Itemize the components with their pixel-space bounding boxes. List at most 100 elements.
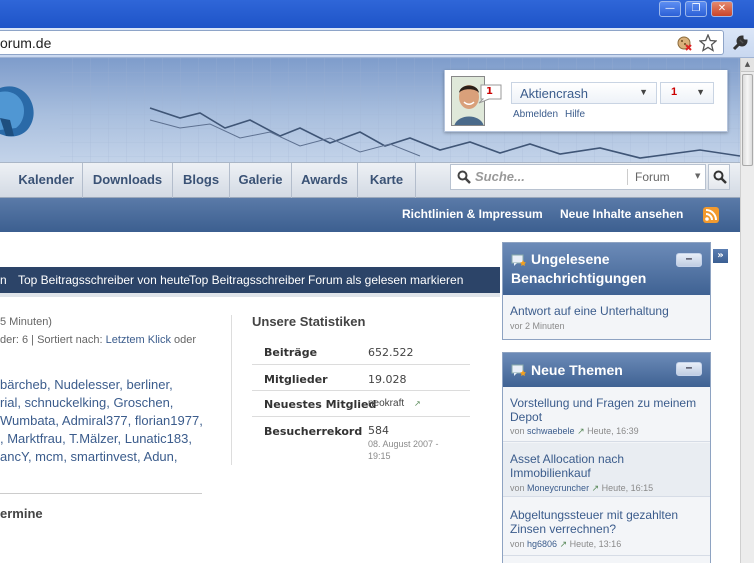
- external-link-icon: ↗: [559, 539, 568, 549]
- statistics-section: Unsere Statistiken Beiträge 652.522 Mitg…: [252, 314, 472, 464]
- stat-value: 584: [368, 424, 389, 437]
- scroll-up-arrow-icon[interactable]: ▲: [741, 58, 754, 72]
- list-item[interactable]: Vorstellung und Fragen zu meinem Depot v…: [503, 390, 710, 442]
- divider: [231, 315, 232, 465]
- chevron-down-icon: ▼: [639, 87, 648, 97]
- vertical-scrollbar[interactable]: ▲: [740, 58, 754, 563]
- new-threads-title: Neue Themen: [531, 362, 623, 378]
- search-button[interactable]: [708, 164, 730, 190]
- thread-by: von: [510, 539, 525, 549]
- nav-item-kalender[interactable]: Kalender: [0, 163, 83, 198]
- thread-time: Heute, 13:16: [569, 539, 622, 549]
- notification-bubble[interactable]: 1: [475, 84, 503, 104]
- thread-title-line1[interactable]: Abgeltungssteuer mit gezahlten: [510, 508, 678, 522]
- new-content-link[interactable]: Neue Inhalte ansehen: [560, 207, 683, 221]
- address-bar[interactable]: orum.de: [0, 30, 724, 55]
- thread-author-link[interactable]: Moneycruncher: [527, 483, 589, 493]
- sidebar-toggle-button[interactable]: »: [713, 249, 728, 263]
- online-users-line[interactable]: , Marktfrau, T.Mälzer, Lunatic183,: [0, 431, 192, 446]
- search-input[interactable]: Suche...: [475, 169, 625, 184]
- thread-meta: von schwaebele ↗ Heute, 16:39: [510, 426, 639, 437]
- list-item[interactable]: Asset Allocation nach Immobilienkauf von…: [503, 443, 710, 497]
- chevron-down-icon: ▼: [696, 87, 705, 97]
- scrollbar-thumb[interactable]: [742, 74, 753, 166]
- sub-navigation: Richtlinien & Impressum Neue Inhalte ans…: [0, 198, 740, 232]
- stat-label: Mitglieder: [264, 373, 328, 386]
- new-post-icon: [511, 254, 526, 266]
- help-link[interactable]: Hilfe: [565, 109, 585, 120]
- restore-button[interactable]: ❐: [685, 1, 707, 17]
- thread-author-link[interactable]: schwaebele: [527, 426, 575, 436]
- mark-forum-read-link[interactable]: Forum als gelesen markieren: [308, 273, 463, 287]
- notifications-header: Ungelesene Benachrichtigungen –: [503, 243, 710, 295]
- list-item[interactable]: Abgeltungssteuer mit gezahlten Zinsen ve…: [503, 498, 710, 556]
- online-sort-line: der: 6 | Sortiert nach: Letztem Klick od…: [0, 334, 196, 346]
- search-icon: [713, 170, 727, 184]
- divider: [0, 293, 500, 297]
- stat-row: Besucherrekord 584 08. August 2007 - 19:…: [252, 417, 470, 463]
- stat-row: Mitglieder 19.028: [252, 365, 470, 391]
- thread-title-line1[interactable]: Vorstellung und Fragen zu meinem: [510, 396, 696, 410]
- collapse-button[interactable]: –: [676, 361, 702, 376]
- online-users-line[interactable]: ancY, mcm, smartinvest, Adun,: [0, 449, 178, 464]
- thread-by: von: [510, 483, 525, 493]
- notifications-title-line1: Ungelesene: [531, 251, 610, 267]
- star-icon[interactable]: [699, 34, 717, 52]
- linkbar-item-partial[interactable]: n: [0, 273, 7, 287]
- online-sort-prefix: der: 6 | Sortiert nach:: [0, 334, 106, 346]
- search-box: Suche... Forum ▼: [450, 164, 706, 190]
- bear-logo-icon[interactable]: [0, 78, 40, 140]
- collapse-button[interactable]: –: [676, 252, 702, 267]
- thread-title-line2[interactable]: Immobilienkauf: [510, 466, 591, 480]
- stat-label: Besucherrekord: [264, 425, 363, 438]
- stat-value: 19.028: [368, 373, 407, 386]
- divider: [0, 493, 202, 494]
- nav-item-galerie[interactable]: Galerie: [230, 163, 292, 198]
- url-text[interactable]: orum.de: [0, 35, 51, 51]
- thread-time: Heute, 16:15: [601, 483, 654, 493]
- pm-count-dropdown[interactable]: 1 ▼: [660, 82, 714, 104]
- thread-title-line2[interactable]: Zinsen verrechnen?: [510, 522, 616, 536]
- online-users-section: 5 Minuten) der: 6 | Sortiert nach: Letzt…: [0, 316, 230, 496]
- search-scope-select[interactable]: Forum: [635, 170, 670, 184]
- notifications-title-line2: Benachrichtigungen: [511, 270, 647, 286]
- newest-member-link[interactable]: neokraft: [368, 398, 404, 409]
- events-heading: ermine: [0, 506, 43, 521]
- forum-actions-bar: n Top Beitragsschreiber von heute Top Be…: [0, 267, 500, 293]
- notification-count: 1: [486, 86, 493, 97]
- top-posters-today-link[interactable]: Top Beitragsschreiber von heute: [18, 273, 190, 287]
- rules-link[interactable]: Richtlinien & Impressum: [402, 207, 543, 221]
- notification-item-time: vor 2 Minuten: [510, 321, 565, 331]
- nav-item-blogs[interactable]: Blogs: [173, 163, 230, 198]
- browser-toolbar: orum.de: [0, 28, 754, 58]
- top-posters-link[interactable]: Top Beitragsschreiber: [189, 273, 305, 287]
- online-users-line[interactable]: Wumbata, Admiral377, florian1977,: [0, 413, 203, 428]
- cookie-blocked-icon[interactable]: [676, 35, 692, 51]
- divider: [627, 169, 628, 185]
- notification-item-link[interactable]: Antwort auf eine Unterhaltung: [510, 304, 669, 318]
- thread-author-link[interactable]: hg6806: [527, 539, 557, 549]
- logout-link[interactable]: Abmelden: [513, 109, 558, 120]
- nav-item-downloads[interactable]: Downloads: [83, 163, 173, 198]
- nav-item-karte[interactable]: Karte: [358, 163, 416, 198]
- minimize-button[interactable]: —: [659, 1, 681, 17]
- user-menu-dropdown[interactable]: Aktiencrash ▼: [511, 82, 657, 104]
- online-users-line[interactable]: bärcheb, Nudelesser, berliner,: [0, 377, 173, 392]
- nav-item-awards[interactable]: Awards: [292, 163, 358, 198]
- stat-label: Neuestes Mitglied: [264, 398, 377, 411]
- online-users-line[interactable]: rial, schnuckelking, Groschen,: [0, 395, 173, 410]
- thread-meta: von hg6806 ↗ Heute, 13:16: [510, 539, 621, 550]
- close-button[interactable]: ✕: [711, 1, 733, 17]
- window-titlebar: — ❐ ✕: [0, 0, 754, 28]
- thread-title-line2[interactable]: Depot: [510, 410, 542, 424]
- thread-title-line1[interactable]: Asset Allocation nach: [510, 452, 624, 466]
- rss-icon[interactable]: [703, 207, 719, 223]
- online-sort-suffix: oder: [171, 334, 197, 346]
- chevron-down-icon[interactable]: ▼: [695, 172, 700, 180]
- new-threads-panel: Neue Themen – Vorstellung und Fragen zu …: [502, 352, 711, 563]
- notifications-panel: Ungelesene Benachrichtigungen – Antwort …: [502, 242, 711, 340]
- sort-last-click-link[interactable]: Letztem Klick: [106, 334, 171, 346]
- stat-label: Beiträge: [264, 346, 318, 359]
- wrench-icon[interactable]: [731, 34, 749, 52]
- thread-time: Heute, 16:39: [587, 426, 639, 436]
